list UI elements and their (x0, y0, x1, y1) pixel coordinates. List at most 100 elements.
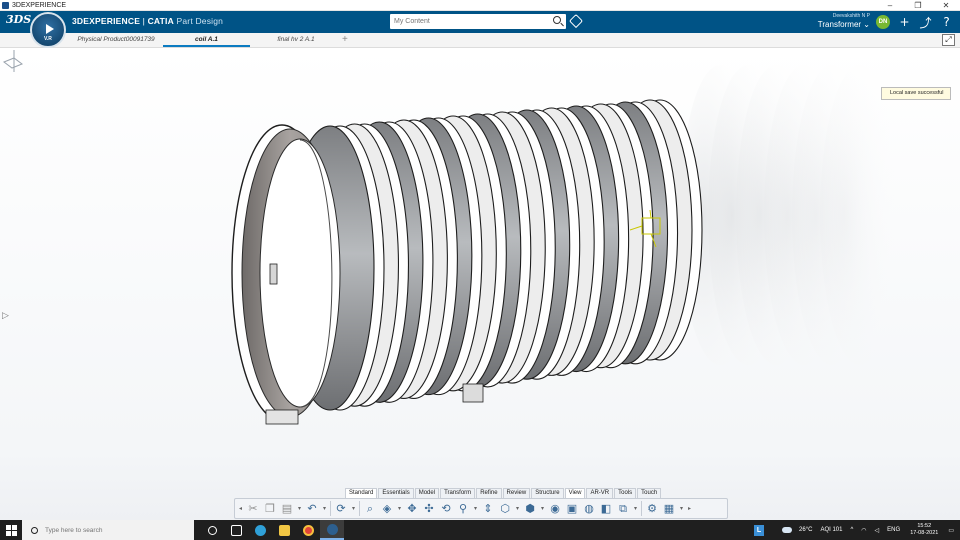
language-indicator[interactable]: ENG (887, 527, 900, 533)
fullscreen-icon[interactable]: ⤢ (942, 34, 955, 46)
ghost-ring (820, 65, 900, 365)
render-style-icon[interactable]: ⬢ (523, 502, 537, 516)
update-icon[interactable]: ⟳ (334, 502, 348, 516)
brand-app: Part Design (173, 16, 224, 26)
save-notification: Local save successful (881, 87, 951, 100)
pan-icon[interactable]: ✣ (422, 502, 436, 516)
tab-review[interactable]: Review (502, 488, 531, 498)
capture-dropdown-icon[interactable]: ▾ (633, 505, 638, 512)
help-icon[interactable]: ? (938, 14, 955, 30)
coil-rings (285, 99, 703, 411)
iso-dropdown-icon[interactable]: ▾ (515, 505, 520, 512)
view-dropdown-icon[interactable]: ▾ (397, 505, 402, 512)
chrome-icon[interactable] (296, 520, 320, 540)
search-box (390, 14, 566, 29)
search-input[interactable] (390, 18, 540, 25)
play-icon (46, 24, 54, 34)
navigation-gizmo[interactable] (0, 48, 26, 74)
tab-model[interactable]: Model (414, 488, 440, 498)
tab-view[interactable]: View (564, 488, 586, 498)
update-dropdown-icon[interactable]: ▾ (351, 505, 356, 512)
weather-temp[interactable]: 26°C (799, 527, 812, 533)
restore-button[interactable]: ❐ (904, 0, 932, 11)
share-icon[interactable]: ⤴ (917, 14, 934, 30)
undo-dropdown-icon[interactable]: ▾ (322, 505, 327, 512)
aqi-value[interactable]: AQI 101 (820, 527, 842, 533)
tab-final-hv[interactable]: final hv 2 A.1 (252, 35, 340, 47)
tab-physical-product[interactable]: Physical Product00091739 (70, 35, 162, 47)
tray-chevron-icon[interactable]: ^ (850, 527, 853, 533)
tab-standard[interactable]: Standard (345, 488, 378, 498)
action-bar-expand-icon[interactable]: ▸ (687, 505, 692, 512)
role-selector[interactable]: Transformer ⌄ (800, 20, 870, 29)
add-tab-icon[interactable]: + (342, 34, 348, 45)
tab-refine[interactable]: Refine (476, 488, 502, 498)
hide-show-icon[interactable]: ◍ (582, 502, 596, 516)
screen-icon[interactable]: ▣ (565, 502, 579, 516)
taskbar-search-icon (31, 526, 38, 534)
layout-icon[interactable]: ▦ (662, 502, 676, 516)
3dexperience-taskbar-icon[interactable] (320, 520, 344, 540)
ambience-icon[interactable]: ◉ (548, 502, 562, 516)
taskbar-search-input[interactable] (45, 526, 175, 534)
coil-model[interactable] (0, 48, 960, 521)
ds-logo[interactable]: 3DS (6, 13, 31, 26)
zoom-icon[interactable]: ⌕ (363, 502, 377, 516)
edge-icon[interactable] (248, 520, 272, 540)
zoom-dropdown-icon[interactable]: ▾ (473, 505, 478, 512)
user-info[interactable]: Deevakshith N P Transformer ⌄ (800, 13, 870, 29)
window-controls: – ❐ ✕ (876, 0, 960, 11)
capture-icon[interactable]: ⧉ (616, 502, 630, 516)
compass-version: V.R (44, 36, 52, 42)
tag-icon[interactable] (568, 13, 584, 29)
minimize-button[interactable]: – (876, 0, 904, 11)
tab-ar-vr[interactable]: AR-VR (586, 488, 614, 498)
clock[interactable]: 15:52 17-08-2021 (910, 523, 938, 537)
swap-icon[interactable]: ◧ (599, 502, 613, 516)
brand-separator: | (140, 16, 148, 26)
network-icon[interactable]: ◠ (861, 527, 866, 534)
clock-date: 17-08-2021 (910, 530, 939, 536)
windows-start-icon[interactable] (0, 520, 22, 540)
tab-transform[interactable]: Transform (440, 488, 476, 498)
tab-structure[interactable]: Structure (531, 488, 564, 498)
iso-view-icon[interactable]: ⬡ (498, 502, 512, 516)
rotate-icon[interactable]: ⟲ (439, 502, 453, 516)
taskbar-search (22, 520, 194, 540)
cortana-icon[interactable] (200, 520, 224, 540)
layout-dropdown-icon[interactable]: ▾ (679, 505, 684, 512)
brand-platform: 3DEXPERIENCE (72, 16, 141, 26)
zoom-in-out-icon[interactable]: ⚲ (456, 502, 470, 516)
cut-icon[interactable]: ✂ (246, 502, 260, 516)
search-icon[interactable] (553, 16, 561, 24)
volume-icon[interactable]: ◁ (875, 527, 880, 534)
view-cube-icon[interactable]: ◈ (380, 502, 394, 516)
task-view-icon[interactable] (224, 520, 248, 540)
paste-icon[interactable]: ▤ (280, 502, 294, 516)
3d-viewport[interactable]: ▷ (0, 48, 960, 521)
expand-tree-icon[interactable]: ▷ (2, 310, 9, 321)
l-app-icon[interactable]: L (754, 524, 765, 536)
tab-touch[interactable]: Touch (637, 488, 662, 498)
tools-icon[interactable]: ⚙ (645, 502, 659, 516)
action-bar-collapse-icon[interactable]: ◂ (238, 505, 243, 512)
compass[interactable]: V.R (30, 12, 66, 48)
separator (330, 501, 331, 516)
separator (359, 501, 360, 516)
copy-icon[interactable]: ❐ (263, 502, 277, 516)
paste-dropdown-icon[interactable]: ▾ (297, 505, 302, 512)
render-dropdown-icon[interactable]: ▾ (540, 505, 545, 512)
clock-time: 15:52 (917, 523, 932, 529)
brand-title: 3DEXPERIENCE | CATIA Part Design (72, 16, 223, 26)
undo-icon[interactable]: ↶ (305, 502, 319, 516)
add-icon[interactable]: + (896, 14, 913, 30)
notifications-icon[interactable]: ▭ (948, 527, 954, 534)
fit-all-icon[interactable]: ✥ (405, 502, 419, 516)
normal-view-icon[interactable]: ⇕ (481, 502, 495, 516)
tab-tools[interactable]: Tools (614, 488, 637, 498)
tab-coil[interactable]: coil A.1 (163, 35, 250, 47)
tab-essentials[interactable]: Essentials (378, 488, 414, 498)
file-explorer-icon[interactable] (272, 520, 296, 540)
avatar[interactable]: DN (876, 15, 890, 29)
close-button[interactable]: ✕ (932, 0, 960, 11)
